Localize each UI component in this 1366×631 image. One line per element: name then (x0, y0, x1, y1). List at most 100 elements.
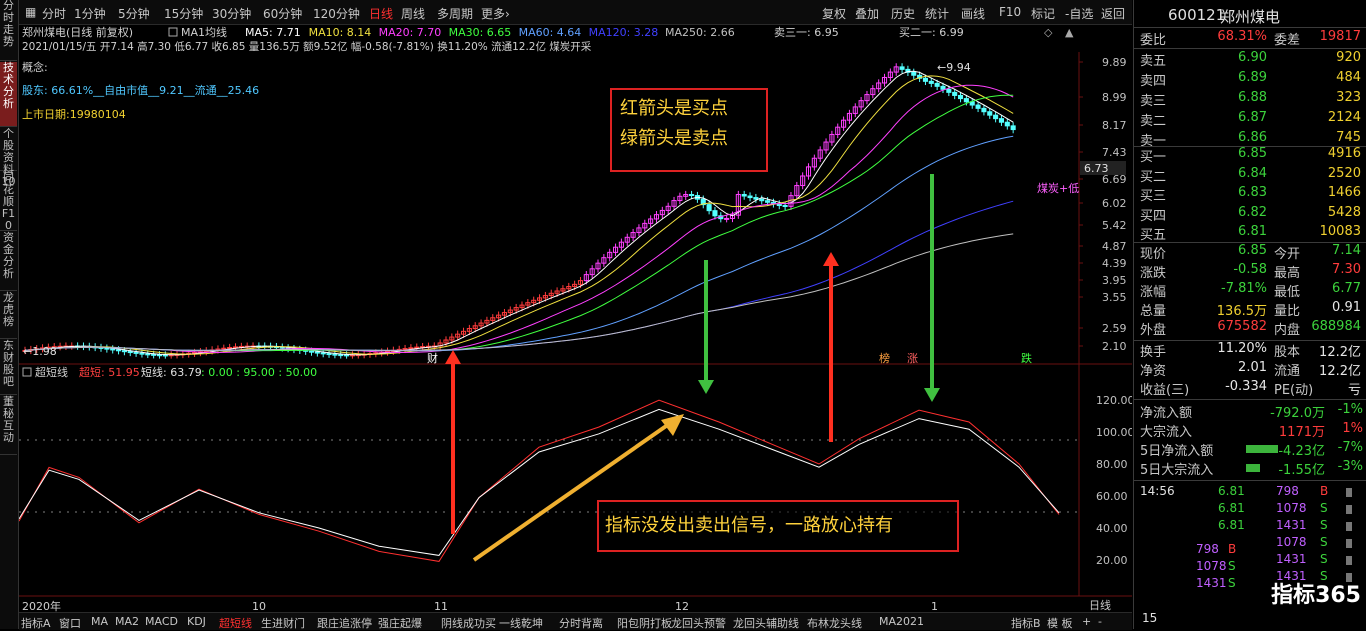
indicator-value-2: 短线: 63.79 (141, 365, 202, 379)
period-tab-1[interactable]: 1分钟 (74, 5, 106, 22)
event-tag-2[interactable]: 涨 (907, 352, 918, 365)
candle-body (952, 91, 958, 96)
period-tab-2[interactable]: 5分钟 (118, 5, 150, 22)
left-tab-2[interactable]: 个股资料10 (0, 128, 17, 188)
stat-label: 今开 (1274, 247, 1301, 262)
bid-row[interactable]: 买四 6.82 5428 (1134, 205, 1366, 225)
candle-body (320, 352, 326, 355)
buy-arrow-1 (445, 350, 461, 534)
ask-row[interactable]: 卖五 6.90 920 (1134, 50, 1366, 70)
candle-body (203, 350, 209, 353)
flow-label: 净流入额 (1140, 406, 1193, 421)
candle-body (747, 195, 753, 199)
tick-volume: 798 (1196, 542, 1219, 556)
stat-label: 涨跌 (1140, 266, 1167, 281)
weicha-value: 19817 (1319, 29, 1361, 44)
stat-label: 最高 (1274, 266, 1301, 281)
stat-row: 涨跌 -0.58 最高 7.30 (1134, 262, 1366, 282)
event-tag-0[interactable]: 财 (427, 351, 438, 365)
candle-body (946, 88, 952, 93)
indicator-tab-5[interactable]: KDJ (187, 615, 206, 628)
ask-label: 卖二 (1140, 114, 1167, 129)
scroll-up-icon[interactable]: ▲ (1065, 26, 1074, 39)
left-tab-3[interactable]: 同花顺F10 (0, 172, 17, 232)
bid-price: 6.83 (1238, 185, 1267, 200)
indicator-tab-4[interactable]: MACD (145, 615, 178, 628)
toolbar-action-6[interactable]: 标记 (1031, 5, 1055, 22)
period-tab-0[interactable]: 分时 (42, 5, 66, 22)
price-tick-2: 8.17 (1102, 119, 1127, 132)
period-tab-6[interactable]: 120分钟 (313, 5, 360, 22)
kline-chart-area[interactable]: 郑州煤电(日线 前复权) MA1均线 MA5: 7.71 MA10: 8.14 MA20… (19, 24, 1132, 612)
annotation-line-red-arrow: 红箭头是买点 (620, 98, 728, 119)
stat-label: 现价 (1140, 247, 1167, 262)
left-tab-1[interactable]: 技术分析 (0, 62, 17, 127)
ask-row[interactable]: 卖二 6.87 2124 (1134, 110, 1366, 130)
period-tab-8[interactable]: 周线 (401, 5, 425, 22)
period-indicator[interactable]: 日线 (1089, 597, 1111, 613)
ask-row[interactable]: 卖四 6.89 484 (1134, 70, 1366, 90)
period-tab-4[interactable]: 30分钟 (212, 5, 251, 22)
toolbar-action-2[interactable]: 历史 (891, 5, 915, 22)
bid-row[interactable]: 买三 6.83 1466 (1134, 185, 1366, 205)
ma-checkbox-icon[interactable] (168, 27, 178, 37)
toolbar-action-0[interactable]: 复权 (822, 5, 846, 22)
indicator-right-btn-2[interactable]: + (1082, 615, 1091, 628)
fundamental-label: 净资 (1140, 364, 1167, 379)
candle-body (408, 347, 414, 350)
candle-body (934, 82, 940, 87)
toolbar-action-7[interactable]: -自选 (1065, 5, 1093, 22)
toolbar-action-8[interactable]: 返回 (1101, 5, 1125, 22)
concept-label: 概念: (22, 60, 48, 74)
period-tab-5[interactable]: 60分钟 (263, 5, 302, 22)
period-tab-3[interactable]: 15分钟 (164, 5, 203, 22)
fundamental-label: 股本 (1274, 345, 1301, 360)
tick-dir: B (1228, 542, 1237, 556)
diamond-icon[interactable]: ◇ (1044, 26, 1053, 39)
candle-body (110, 348, 116, 351)
indicator-tab-17[interactable]: MA2021 (879, 615, 924, 628)
grid-icon[interactable]: ▦ (25, 5, 36, 19)
indicator-checkbox-icon[interactable] (22, 367, 32, 377)
fundamental-label: 流通 (1274, 364, 1301, 379)
toolbar-action-5[interactable]: F10 (999, 5, 1021, 19)
price-tick-6: 5.42 (1102, 219, 1127, 232)
left-tab-5[interactable]: 龙虎榜 (0, 292, 17, 339)
left-tab-7[interactable]: 董秘互动 (0, 396, 17, 455)
fundamental-label: PE(动) (1274, 383, 1314, 398)
event-tag-1[interactable]: 榜 (879, 351, 890, 365)
candle-body (116, 349, 122, 352)
toolbar-action-4[interactable]: 画线 (961, 5, 985, 22)
time-tick-1: 10 (252, 600, 266, 612)
candle-body (922, 77, 928, 82)
tick-dir: S (1228, 559, 1236, 573)
tick-dir: S (1228, 576, 1236, 590)
indicator-right-btn-3[interactable]: - (1098, 615, 1102, 628)
toolbar-action-1[interactable]: 叠加 (855, 5, 879, 22)
bid-price: 6.85 (1238, 146, 1267, 161)
bid-row[interactable]: 买一 6.85 4916 (1134, 146, 1366, 166)
ask-row[interactable]: 卖三 6.88 323 (1134, 90, 1366, 110)
event-tag-3[interactable]: 跌 (1021, 351, 1032, 365)
period-tab-9[interactable]: 多周期 (437, 5, 473, 22)
bid-row[interactable]: 买五 6.81 10083 (1134, 224, 1366, 244)
tick-bar (1346, 488, 1352, 497)
toolbar-action-3[interactable]: 统计 (925, 5, 949, 22)
left-tab-0[interactable]: 分时走势 (0, 0, 17, 61)
weicha-label: 委差 (1274, 33, 1301, 48)
left-tab-4[interactable]: 资金分析 (0, 232, 17, 291)
left-tab-6[interactable]: 东财股吧 (0, 340, 17, 395)
period-tab-10[interactable]: 更多› (481, 5, 510, 22)
indicator-tab-3[interactable]: MA2 (115, 615, 139, 628)
indicator-tab-2[interactable]: MA (91, 615, 108, 628)
annotation-hold-note: 指标没发出卖出信号，一路放心持有 (597, 500, 959, 552)
top-toolbar: ▦ 分时 1分钟 5分钟 15分钟 30分钟 60分钟 120分钟 日线 周线 多周期 更多› 复权 叠加… (19, 0, 1132, 25)
bid-row[interactable]: 买二 6.84 2520 (1134, 166, 1366, 186)
divider (1134, 399, 1366, 400)
candle-body (981, 107, 987, 113)
tick-dir: S (1320, 518, 1328, 532)
stat-label: 最低 (1274, 285, 1301, 300)
period-tab-7[interactable]: 日线 (369, 5, 393, 22)
candle-body (899, 66, 905, 70)
flow-row: 大宗流入 1171万 1% (1134, 421, 1366, 441)
